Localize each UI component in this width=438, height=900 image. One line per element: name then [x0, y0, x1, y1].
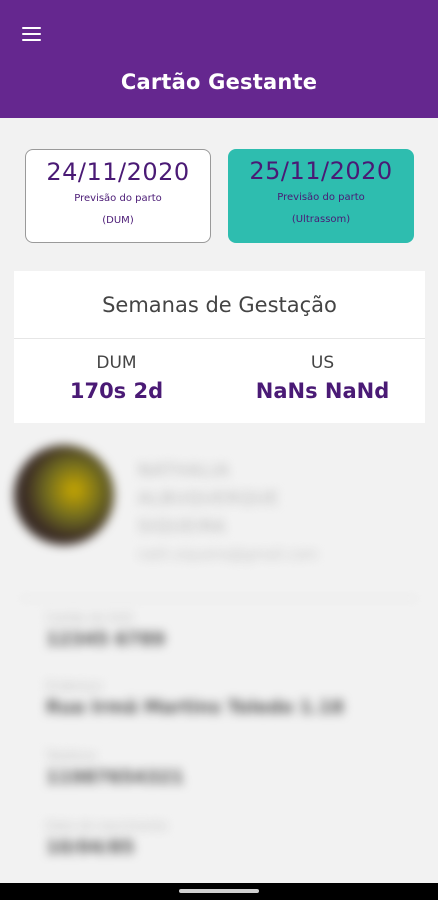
- profile-field: Data de nascimento 10/04/85: [46, 819, 406, 858]
- profile-field-label: Data de nascimento: [46, 819, 168, 833]
- due-date-dum-label: Previsão do parto: [74, 193, 162, 204]
- profile-field: Endereço Rua Irmã Martins Toledo 1.18: [46, 679, 406, 718]
- app-bar: Cartão Gestante: [0, 0, 438, 118]
- profile-name-block: NATHALIA ALBUQUERQUE SIQUEIRA nath.sique…: [138, 457, 418, 563]
- page-title: Cartão Gestante: [120, 70, 318, 94]
- gestation-weeks-title: Semanas de Gestação: [102, 293, 337, 317]
- profile-field-label: Cartão do SUS: [46, 611, 133, 625]
- profile-field-value: 10/04/85: [46, 837, 135, 858]
- profile-field-label: Endereço: [46, 679, 103, 693]
- gestation-us-label: US: [310, 353, 335, 373]
- due-date-dum-card[interactable]: 24/11/2020 Previsão do parto (DUM): [25, 149, 211, 243]
- profile-name-line: SIQUEIRA: [138, 517, 227, 537]
- due-date-dum-method: (DUM): [102, 215, 134, 226]
- profile-field-value: Rua Irmã Martins Toledo 1.18: [46, 697, 344, 718]
- profile-field-label: Telefone: [46, 749, 96, 763]
- gestation-us-column: US NaNs NaNd: [220, 353, 425, 403]
- gestation-weeks-divider: [14, 338, 425, 339]
- profile-name-line: NATHALIA: [138, 461, 230, 481]
- hamburger-menu-icon[interactable]: [20, 24, 44, 44]
- gestation-dum-value: 170s 2d: [69, 379, 164, 403]
- profile-section: NATHALIA ALBUQUERQUE SIQUEIRA nath.sique…: [0, 425, 438, 883]
- gestation-dum-label: DUM: [96, 353, 137, 373]
- due-date-dum-value: 24/11/2020: [46, 158, 190, 186]
- profile-field-value: 11987654321: [46, 767, 184, 788]
- due-date-ultrasound-card[interactable]: 25/11/2020 Previsão do parto (Ultrassom): [228, 149, 414, 243]
- system-navigation-bar: [0, 883, 438, 900]
- profile-email: nath.siqueira@gmail.com: [138, 547, 318, 563]
- profile-field: Telefone 11987654321: [46, 749, 406, 788]
- profile-divider: [20, 598, 418, 599]
- due-date-ultrasound-label: Previsão do parto: [277, 192, 365, 203]
- home-gesture-pill[interactable]: [179, 889, 259, 893]
- due-date-ultrasound-value: 25/11/2020: [249, 157, 393, 185]
- due-date-ultrasound-method: (Ultrassom): [291, 214, 351, 225]
- profile-name-line: ALBUQUERQUE: [138, 489, 280, 509]
- profile-field-value: 12345 6789: [46, 629, 165, 650]
- gestation-us-value: NaNs NaNd: [255, 379, 390, 403]
- avatar[interactable]: [14, 445, 114, 545]
- gestation-weeks-card: Semanas de Gestação DUM 170s 2d US NaNs …: [14, 271, 425, 423]
- gestation-dum-column: DUM 170s 2d: [14, 353, 219, 403]
- profile-field: Cartão do SUS 12345 6789: [46, 611, 406, 650]
